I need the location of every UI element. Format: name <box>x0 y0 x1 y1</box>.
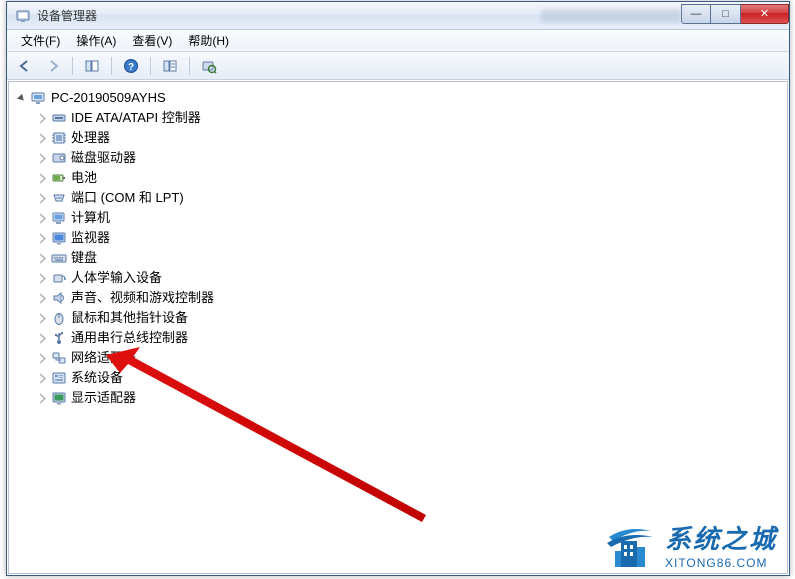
tree-node-label: 处理器 <box>71 128 110 148</box>
tree-node-label: IDE ATA/ATAPI 控制器 <box>71 108 201 128</box>
tree-node-label: 电池 <box>71 168 97 188</box>
svg-text:?: ? <box>128 62 134 73</box>
disk-icon <box>51 150 67 166</box>
forward-button[interactable] <box>41 55 65 77</box>
tree-node[interactable]: 人体学输入设备 <box>17 268 787 288</box>
maximize-button[interactable]: □ <box>711 4 741 24</box>
expand-icon[interactable] <box>37 313 48 324</box>
ide-icon <box>51 110 67 126</box>
help-button[interactable]: ? <box>119 55 143 77</box>
collapse-icon[interactable] <box>17 93 28 104</box>
computer-icon <box>51 210 67 226</box>
expand-icon[interactable] <box>37 293 48 304</box>
tree-node-label: 鼠标和其他指针设备 <box>71 308 188 328</box>
window-frame: 设备管理器 — □ ✕ 文件(F) 操作(A) 查看(V) 帮助(H) ? <box>6 1 790 576</box>
tree-node-label: 监视器 <box>71 228 110 248</box>
computer-icon <box>31 90 47 106</box>
window-controls: — □ ✕ <box>681 4 789 24</box>
mouse-icon <box>51 310 67 326</box>
minimize-button[interactable]: — <box>681 4 711 24</box>
expand-icon[interactable] <box>37 193 48 204</box>
tree-node-label: 通用串行总线控制器 <box>71 328 188 348</box>
usb-icon <box>51 330 67 346</box>
tree-node[interactable]: 磁盘驱动器 <box>17 148 787 168</box>
watermark: 系统之城 XITONG86.COM <box>603 517 777 571</box>
tree-node-label: 系统设备 <box>71 368 123 388</box>
close-button[interactable]: ✕ <box>741 4 789 24</box>
properties-button[interactable] <box>158 55 182 77</box>
toolbar-separator <box>150 57 151 75</box>
tree-node-label: 磁盘驱动器 <box>71 148 136 168</box>
tree-node[interactable]: 声音、视频和游戏控制器 <box>17 288 787 308</box>
watermark-url: XITONG86.COM <box>665 556 767 570</box>
tree-node[interactable]: 计算机 <box>17 208 787 228</box>
expand-icon[interactable] <box>37 253 48 264</box>
tree-node-label: 键盘 <box>71 248 97 268</box>
expand-icon[interactable] <box>37 133 48 144</box>
hid-icon <box>51 270 67 286</box>
watermark-title: 系统之城 <box>665 519 777 556</box>
expand-icon[interactable] <box>37 333 48 344</box>
tree-node[interactable]: IDE ATA/ATAPI 控制器 <box>17 108 787 128</box>
toolbar-separator <box>189 57 190 75</box>
expand-icon[interactable] <box>37 273 48 284</box>
window-title: 设备管理器 <box>37 7 441 24</box>
expand-icon[interactable] <box>37 153 48 164</box>
tree-node[interactable]: 系统设备 <box>17 368 787 388</box>
monitor-icon <box>51 230 67 246</box>
sound-icon <box>51 290 67 306</box>
menu-help[interactable]: 帮助(H) <box>180 30 237 51</box>
battery-icon <box>51 170 67 186</box>
tree-node[interactable]: 网络适配器 <box>17 348 787 368</box>
titlebar-blur-region <box>541 9 681 23</box>
tree-node[interactable]: 通用串行总线控制器 <box>17 328 787 348</box>
menu-action[interactable]: 操作(A) <box>68 30 124 51</box>
tree-node-label: 显示适配器 <box>71 388 136 408</box>
menu-file[interactable]: 文件(F) <box>13 30 68 51</box>
expand-icon[interactable] <box>37 393 48 404</box>
expand-icon[interactable] <box>37 173 48 184</box>
tree-node-label: 人体学输入设备 <box>71 268 162 288</box>
toolbar-separator <box>111 57 112 75</box>
device-tree-pane[interactable]: PC-20190509AYHS IDE ATA/ATAPI 控制器处理器磁盘驱动… <box>8 81 788 574</box>
expand-icon[interactable] <box>37 353 48 364</box>
watermark-text: 系统之城 XITONG86.COM <box>665 519 777 570</box>
tree-node[interactable]: 电池 <box>17 168 787 188</box>
port-icon <box>51 190 67 206</box>
scan-hardware-button[interactable] <box>197 55 221 77</box>
tree-node[interactable]: 端口 (COM 和 LPT) <box>17 188 787 208</box>
menubar: 文件(F) 操作(A) 查看(V) 帮助(H) <box>7 30 789 52</box>
display-icon <box>51 390 67 406</box>
back-button[interactable] <box>13 55 37 77</box>
toolbar-separator <box>72 57 73 75</box>
tree-node-label: 端口 (COM 和 LPT) <box>71 188 184 208</box>
tree-node[interactable]: 键盘 <box>17 248 787 268</box>
tree-node[interactable]: 处理器 <box>17 128 787 148</box>
tree-node[interactable]: 鼠标和其他指针设备 <box>17 308 787 328</box>
expand-icon[interactable] <box>37 373 48 384</box>
watermark-logo-icon <box>603 517 657 571</box>
tree-node-label: 网络适配器 <box>71 348 136 368</box>
tree-node-label: 声音、视频和游戏控制器 <box>71 288 214 308</box>
system-icon <box>51 370 67 386</box>
titlebar: 设备管理器 — □ ✕ <box>7 2 789 30</box>
tree-root-label: PC-20190509AYHS <box>51 88 166 108</box>
expand-icon[interactable] <box>37 213 48 224</box>
device-tree: PC-20190509AYHS IDE ATA/ATAPI 控制器处理器磁盘驱动… <box>9 82 787 408</box>
network-icon <box>51 350 67 366</box>
tree-root[interactable]: PC-20190509AYHS <box>17 88 787 108</box>
keyboard-icon <box>51 250 67 266</box>
tree-node[interactable]: 监视器 <box>17 228 787 248</box>
menu-view[interactable]: 查看(V) <box>124 30 180 51</box>
console-tree-button[interactable] <box>80 55 104 77</box>
app-icon <box>15 8 31 24</box>
toolbar: ? <box>7 52 789 80</box>
tree-node[interactable]: 显示适配器 <box>17 388 787 408</box>
expand-icon[interactable] <box>37 233 48 244</box>
tree-node-label: 计算机 <box>71 208 110 228</box>
expand-icon[interactable] <box>37 113 48 124</box>
cpu-icon <box>51 130 67 146</box>
